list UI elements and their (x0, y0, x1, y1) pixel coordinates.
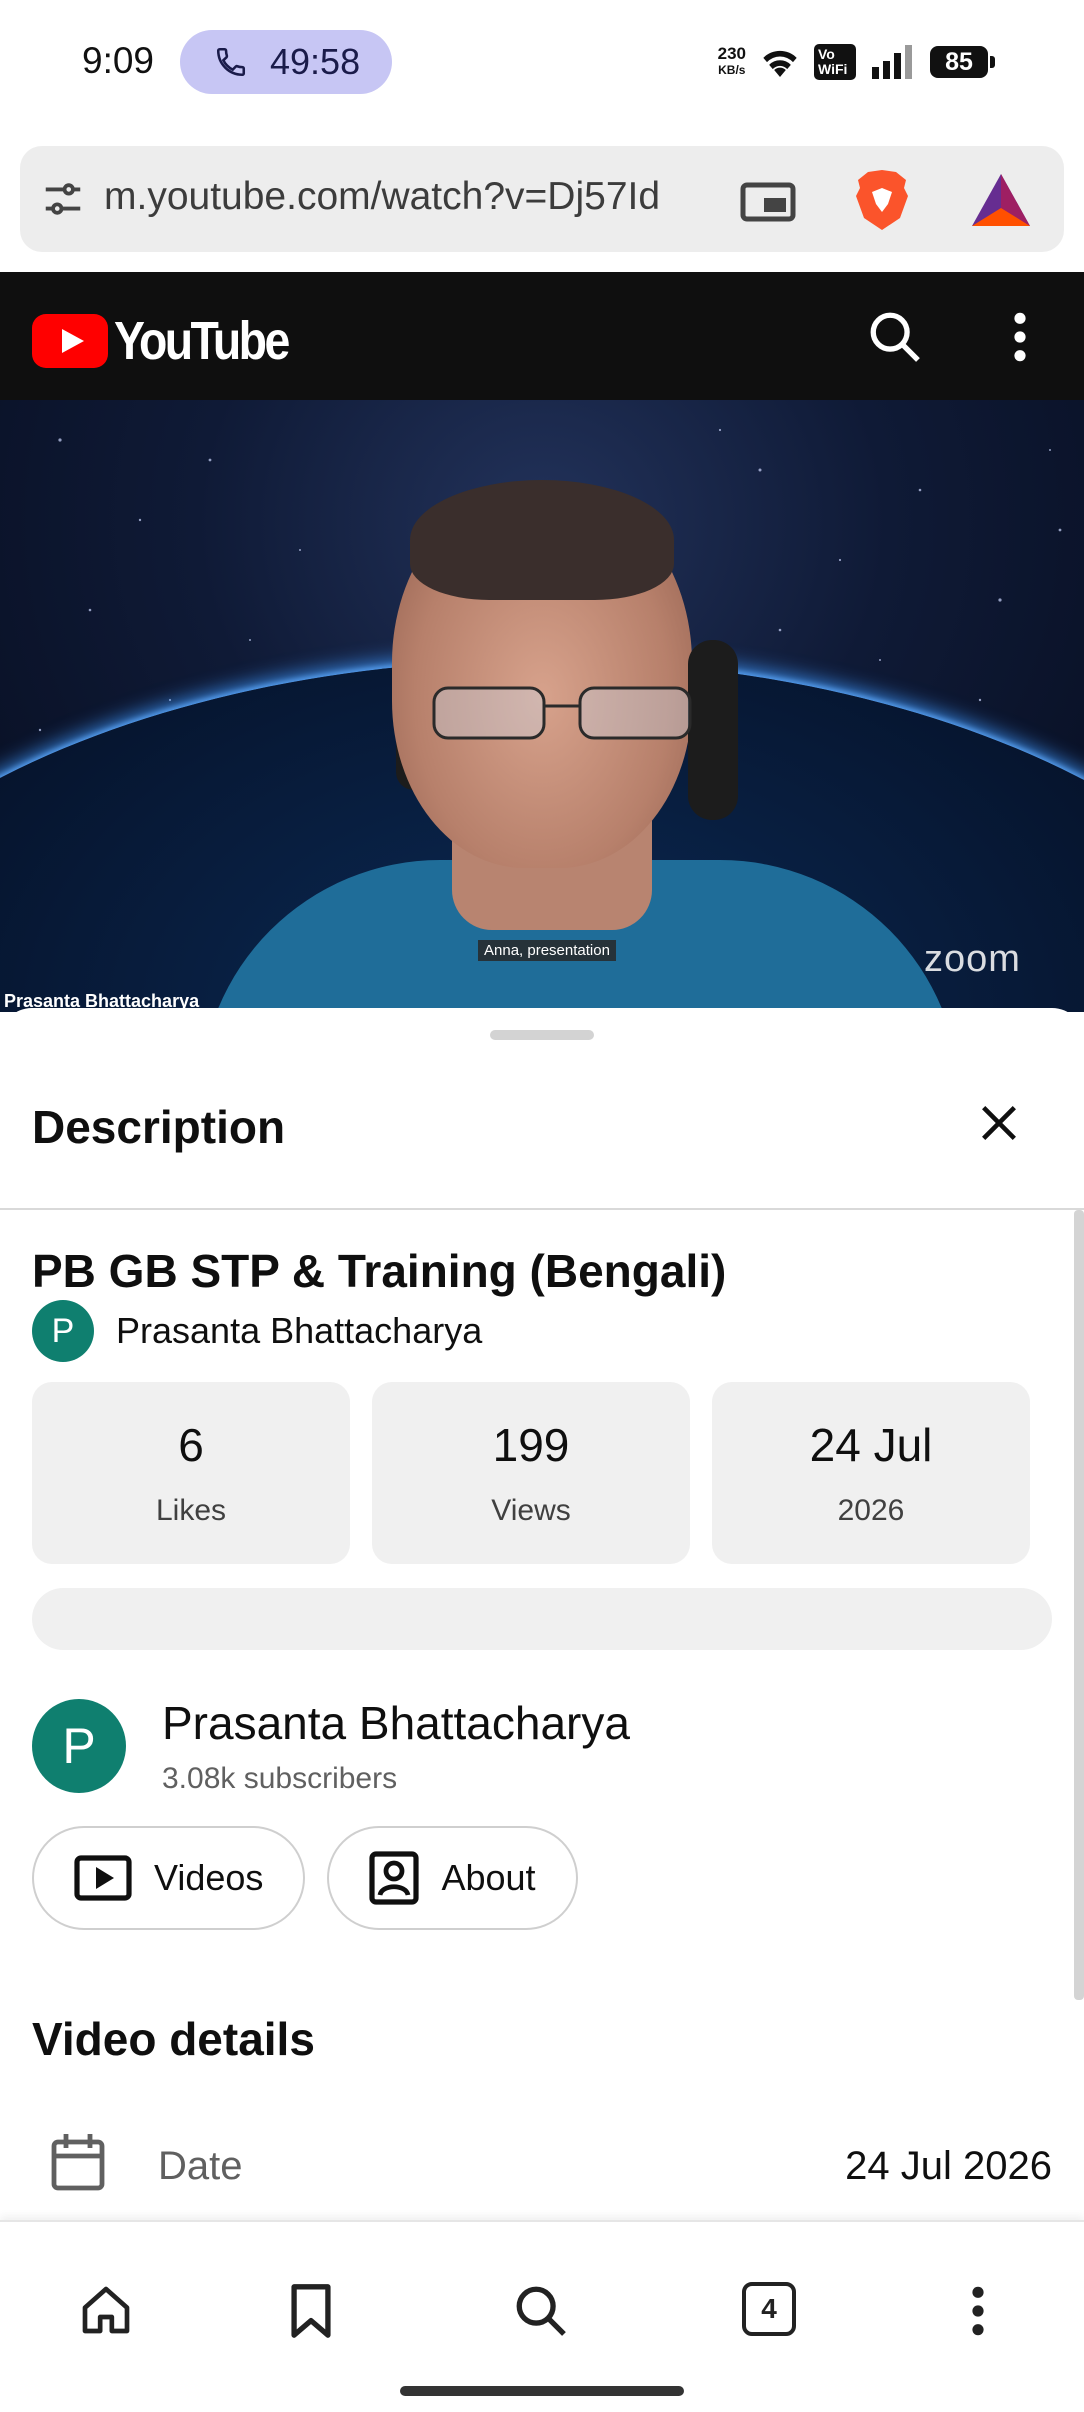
channel-card-avatar[interactable]: P (32, 1699, 126, 1793)
date-detail-row: Date 24 Jul 2026 (0, 2120, 1084, 2220)
browser-url-bar[interactable]: m.youtube.com/watch?v=Dj57Id (20, 146, 1064, 252)
status-bar: 9:09 49:58 230 KB/s Vo WiFi 85 (0, 0, 1084, 130)
more-vert-icon[interactable] (964, 2282, 992, 2340)
date-stat: 24 Jul 2026 (712, 1382, 1030, 1564)
calendar-icon (51, 2134, 105, 2191)
search-icon[interactable] (512, 2282, 570, 2340)
drag-handle[interactable] (490, 1030, 594, 1040)
network-speed: 230 KB/s (717, 44, 746, 78)
upload-year: 2026 (837, 1494, 905, 1527)
ongoing-call-chip[interactable]: 49:58 (180, 30, 392, 94)
date-label: Date (158, 2144, 243, 2188)
about-button[interactable]: About (327, 1826, 578, 1930)
zoom-watermark: zoom (924, 938, 1021, 980)
more-vert-icon[interactable] (1006, 308, 1034, 366)
panel-divider (0, 1208, 1084, 1210)
picture-in-picture-icon[interactable] (740, 182, 796, 222)
video-stats: 6 Likes 199 Views 24 Jul 2026 (32, 1382, 1030, 1564)
status-time: 9:09 (82, 40, 155, 81)
video-title: PB GB STP & Training (Bengali) (32, 1245, 727, 1297)
video-details-heading: Video details (32, 2013, 315, 2065)
tab-count: 4 (742, 2282, 796, 2336)
description-panel: Description PB GB STP & Training (Bengal… (0, 1008, 1084, 2220)
youtube-play-icon (32, 314, 108, 368)
bat-triangle-icon[interactable] (970, 172, 1032, 228)
about-button-label: About (441, 1857, 536, 1898)
youtube-wordmark: YouTube (114, 311, 290, 371)
call-timer: 49:58 (270, 41, 361, 82)
tune-icon[interactable] (40, 176, 86, 222)
upload-day: 24 Jul (809, 1419, 933, 1471)
browser-bottom-bar: 4 (0, 2220, 1084, 2412)
channel-avatar[interactable]: P (32, 1300, 94, 1362)
channel-card[interactable]: P Prasanta Bhattacharya 3.08k subscriber… (32, 1696, 630, 1796)
play-box-icon (74, 1855, 132, 1901)
network-speed-unit: KB/s (718, 63, 746, 77)
home-icon[interactable] (78, 2282, 134, 2338)
panel-scrollbar[interactable] (1074, 1210, 1084, 2000)
status-icons: 230 KB/s Vo WiFi 85 (717, 40, 995, 84)
description-text-box[interactable] (32, 1588, 1052, 1650)
youtube-logo[interactable]: YouTube (32, 310, 316, 372)
tabs-button[interactable]: 4 (742, 2282, 796, 2336)
panel-title: Description (32, 1101, 286, 1153)
channel-name[interactable]: Prasanta Bhattacharya (116, 1310, 482, 1352)
subscriber-count: 3.08k subscribers (162, 1762, 398, 1795)
views-stat: 199 Views (372, 1382, 690, 1564)
videos-button-label: Videos (154, 1857, 264, 1898)
zoom-participant-caption: Anna, presentation (478, 940, 616, 961)
channel-row[interactable]: P Prasanta Bhattacharya (32, 1300, 482, 1362)
vowifi-badge: Vo WiFi (814, 44, 856, 80)
video-player[interactable]: Anna, presentation zoom Prasanta Bhattac… (0, 400, 1084, 1012)
battery-indicator: 85 (930, 46, 995, 78)
likes-count: 6 (178, 1419, 204, 1471)
bookmark-icon[interactable] (286, 2282, 336, 2340)
url-text[interactable]: m.youtube.com/watch?v=Dj57Id (104, 175, 660, 219)
channel-card-name[interactable]: Prasanta Bhattacharya (162, 1696, 630, 1750)
signal-icon (872, 45, 912, 79)
brave-lion-icon[interactable] (852, 168, 912, 232)
phone-icon (216, 47, 246, 77)
home-indicator[interactable] (400, 2386, 684, 2396)
person-box-icon (369, 1851, 420, 1905)
search-icon[interactable] (866, 308, 924, 366)
likes-label: Likes (155, 1494, 227, 1527)
likes-stat: 6 Likes (32, 1382, 350, 1564)
speaker-glasses (432, 686, 692, 740)
speaker-hair (410, 480, 674, 600)
vowifi-top: Vo (818, 46, 835, 62)
close-icon[interactable] (976, 1100, 1022, 1146)
views-count: 199 (492, 1419, 570, 1471)
videos-button[interactable]: Videos (32, 1826, 306, 1930)
wifi-icon (763, 50, 797, 77)
network-speed-value: 230 (717, 44, 746, 63)
views-label: Views (491, 1494, 571, 1527)
channel-buttons: Videos About (32, 1826, 578, 1930)
date-value: 24 Jul 2026 (845, 2144, 1052, 2188)
youtube-header: YouTube (0, 272, 1084, 400)
vowifi-bottom: WiFi (818, 61, 848, 77)
